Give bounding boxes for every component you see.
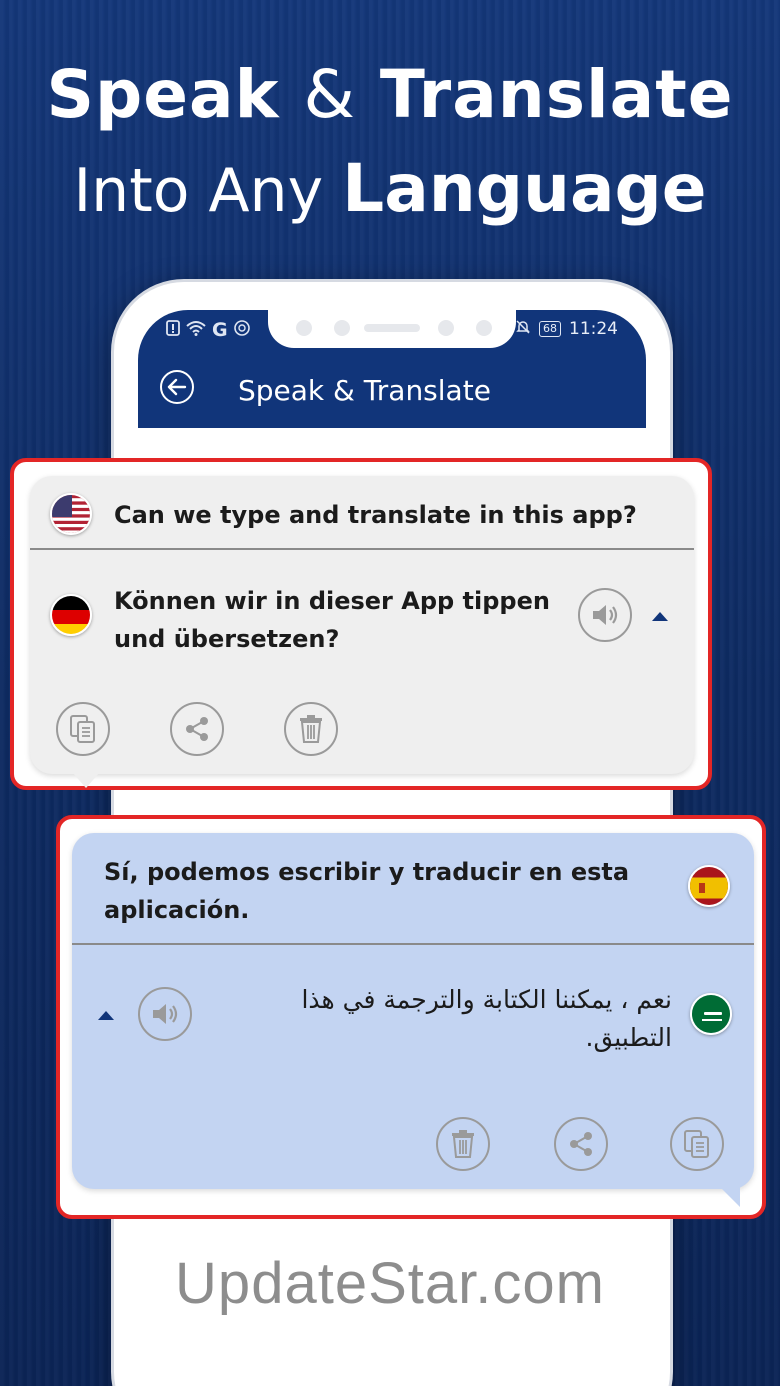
hero-line-1: Speak & Translate	[0, 50, 780, 140]
status-right-icons: 68 11:24	[515, 319, 618, 339]
translated-text: نعم ، يمكننا الكتابة والترجمة في هذا الت…	[242, 981, 672, 1057]
data-icon	[233, 320, 250, 340]
share-button[interactable]	[170, 702, 224, 756]
hero-word-language: Language	[342, 150, 707, 227]
translation-card-spanish-arabic: Sí, podemos escribir y traducir en esta …	[56, 815, 766, 1219]
speaker-icon	[593, 605, 618, 625]
divider	[30, 548, 694, 550]
app-bar: Speak & Translate	[138, 352, 646, 428]
clock: 11:24	[569, 319, 618, 339]
copy-button[interactable]	[56, 702, 110, 756]
alert-icon	[166, 320, 180, 340]
bubble-tail	[72, 772, 100, 788]
de-flag-icon[interactable]	[50, 594, 92, 636]
camera-dot	[334, 320, 350, 336]
delete-icon	[452, 1130, 474, 1158]
copy-icon	[684, 1130, 709, 1158]
hero-headline: Speak & Translate Into Any Language	[0, 50, 780, 234]
source-text: Can we type and translate in this app?	[114, 501, 637, 529]
speaker-button[interactable]	[578, 588, 632, 642]
sensor-dot	[438, 320, 454, 336]
camera-notch	[268, 310, 516, 348]
source-text: Sí, podemos escribir y traducir en esta …	[104, 853, 629, 929]
status-left-icons: G	[166, 319, 250, 341]
collapse-caret-icon[interactable]	[98, 1011, 114, 1020]
battery-indicator: 68	[539, 321, 561, 337]
wifi-icon	[186, 320, 206, 340]
hero-word-translate: Translate	[379, 56, 734, 133]
hero-word-into-any: Into Any	[73, 156, 324, 226]
back-button[interactable]	[160, 370, 194, 404]
speaker-grille	[364, 324, 420, 332]
divider	[72, 943, 754, 945]
copy-button[interactable]	[670, 1117, 724, 1171]
speaker-button[interactable]	[138, 987, 192, 1041]
share-icon	[570, 1132, 592, 1156]
collapse-caret-icon[interactable]	[652, 612, 668, 621]
us-flag-icon[interactable]	[50, 493, 92, 535]
delete-icon	[300, 715, 322, 743]
delete-button[interactable]	[284, 702, 338, 756]
hero-word-speak: Speak	[46, 56, 280, 133]
translated-text-line: نعم ، يمكننا الكتابة والترجمة في هذا	[301, 985, 672, 1014]
chat-bubble-grey: Can we type and translate in this app? K…	[30, 476, 694, 788]
delete-button[interactable]	[436, 1117, 490, 1171]
speaker-icon	[153, 1004, 178, 1024]
mute-bell-icon	[515, 319, 531, 339]
bubble-tail	[720, 1187, 740, 1207]
share-button[interactable]	[554, 1117, 608, 1171]
status-bar: G 68 11:24	[138, 310, 646, 352]
source-text-line: aplicación.	[104, 896, 250, 924]
es-flag-icon[interactable]	[688, 865, 730, 907]
translated-text-line: التطبيق.	[585, 1023, 673, 1052]
google-icon: G	[212, 319, 228, 341]
sensor-dot	[476, 320, 492, 336]
translation-card-english-german: Can we type and translate in this app? K…	[10, 458, 712, 790]
share-icon	[186, 717, 208, 741]
translated-text-line: Können wir in dieser App tippen	[114, 587, 550, 615]
source-text-line: Sí, podemos escribir y traducir en esta	[104, 858, 630, 886]
app-title: Speak & Translate	[238, 374, 491, 407]
translated-text-line: und übersetzen?	[114, 625, 340, 653]
sensor-dot	[296, 320, 312, 336]
back-arrow-icon	[167, 378, 187, 396]
copy-icon	[70, 715, 95, 743]
hero-line-2: Into Any Language	[0, 146, 780, 234]
watermark: UpdateStar.com	[175, 1251, 605, 1316]
translated-text: Können wir in dieser App tippen und über…	[114, 582, 550, 658]
chat-bubble-blue: Sí, podemos escribir y traducir en esta …	[72, 833, 754, 1207]
sa-flag-icon[interactable]	[690, 993, 732, 1035]
hero-ampersand: &	[303, 56, 356, 133]
